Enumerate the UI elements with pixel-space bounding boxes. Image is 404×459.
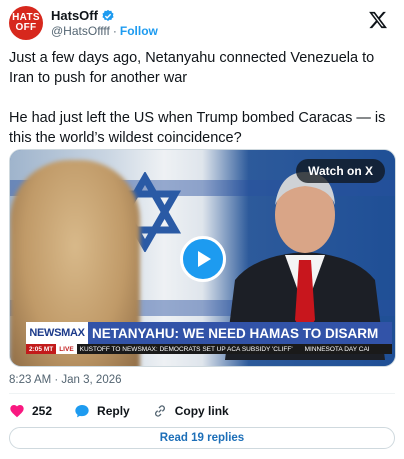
heart-icon	[10, 405, 24, 418]
ticker-time: 2:05 MT	[26, 344, 57, 354]
ticker-text-1: KUSTOFF TO NEWSMAX: DEMOCRATS SET UP ACA…	[79, 345, 293, 353]
reply-bubble-icon	[75, 405, 89, 418]
video-player[interactable]: Watch on X NEWSMAX NETANYAHU: WE NEED HA…	[9, 149, 396, 367]
tweet-paragraph-2: He had just left the US when Trump bombe…	[9, 110, 386, 146]
reply-label: Reply	[97, 404, 130, 418]
copy-link-button[interactable]: Copy link	[152, 403, 229, 419]
tweet-timestamp[interactable]: 8:23 AM · Jan 3, 2026	[9, 374, 122, 386]
reply-button[interactable]: Reply	[74, 403, 130, 419]
watch-on-x-button[interactable]: Watch on X	[296, 159, 385, 183]
copy-link-label: Copy link	[174, 404, 229, 418]
link-icon	[154, 405, 165, 417]
play-button[interactable]	[180, 236, 226, 282]
newsmax-logo: NEWSMAX	[26, 322, 88, 344]
separator-dot: ·	[112, 23, 117, 38]
display-name-row: HatsOff	[51, 8, 158, 24]
like-count: 252	[32, 404, 53, 418]
follow-button[interactable]: Follow	[120, 24, 158, 39]
verified-badge-icon	[101, 9, 115, 23]
read-replies-button[interactable]: Read 19 replies	[9, 427, 395, 449]
play-icon	[198, 251, 211, 267]
news-ticker: 2:05 MT LIVE KUSTOFF TO NEWSMAX: DEMOCRA…	[26, 344, 392, 354]
avatar-text-bottom: OFF	[15, 22, 37, 33]
avatar[interactable]: HATS OFF	[9, 6, 43, 40]
divider	[9, 393, 395, 394]
display-name[interactable]: HatsOff	[51, 8, 98, 24]
news-headline: NETANYAHU: WE NEED HAMAS TO DISARM	[88, 322, 392, 344]
handle-row: @HatsOffff · Follow	[51, 24, 158, 39]
handle[interactable]: @HatsOffff	[51, 24, 110, 39]
author-names: HatsOff @HatsOffff · Follow	[51, 8, 158, 39]
news-lower-third: NEWSMAX NETANYAHU: WE NEED HAMAS TO DISA…	[26, 322, 392, 356]
tweet-card: HATS OFF HatsOff @HatsOffff · Follow Jus…	[0, 0, 404, 459]
like-button[interactable]: 252	[9, 403, 52, 419]
x-logo-icon[interactable]	[368, 10, 388, 30]
ticker-text-2: MINNESOTA DAY CAI	[304, 345, 370, 353]
tweet-header: HATS OFF HatsOff @HatsOffff · Follow	[9, 6, 394, 40]
tweet-paragraph-1: Just a few days ago, Netanyahu connected…	[9, 50, 375, 86]
ticker-live-badge: LIVE	[56, 344, 77, 354]
action-bar: 252 Reply Copy link	[9, 402, 251, 420]
